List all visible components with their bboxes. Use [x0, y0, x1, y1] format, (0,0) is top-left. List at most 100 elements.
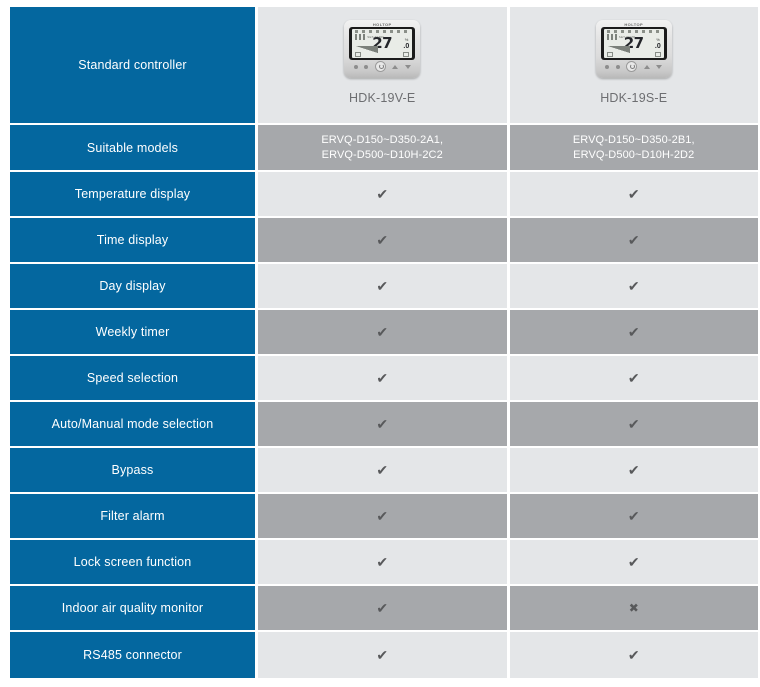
lcd-status-icons-1: [355, 34, 368, 40]
table-row: Auto/Manual mode selection ✔ ✔: [10, 402, 758, 448]
check-icon: ✔: [376, 508, 389, 524]
controller-buttons-1: [350, 61, 414, 72]
row-label-text: Day display: [99, 279, 166, 293]
header-cell-column-1: HOLTOP SET TEMP 27 % .0 HDK-19V-E: [255, 7, 507, 123]
feature-cell-column-1: ✔: [255, 494, 507, 538]
down-button-icon-2[interactable]: [656, 64, 663, 69]
row-label-indoor-air-quality-monitor: Indoor air quality monitor: [10, 586, 255, 630]
check-icon: ✔: [376, 600, 389, 616]
row-label-text: Speed selection: [86, 371, 179, 385]
up-button-icon-2[interactable]: [643, 64, 650, 69]
row-label-temperature-display: Temperature display: [10, 172, 255, 216]
controller-image-2: HOLTOP SET TEMP 27 % .0: [595, 20, 672, 78]
table-row: Lock screen function ✔ ✔: [10, 540, 758, 586]
lcd-decimal-2: .0: [654, 43, 661, 50]
row-label-day-display: Day display: [10, 264, 255, 308]
check-icon: ✔: [376, 232, 389, 248]
row-label-text: Temperature display: [74, 187, 191, 201]
fan-button-icon-1[interactable]: [353, 64, 358, 69]
check-icon: ✔: [627, 278, 640, 294]
lcd-right-box-icon-2: [654, 52, 661, 57]
check-icon: ✔: [627, 554, 640, 570]
models-cell-column-1: ERVQ-D150~D350-2A1, ERVQ-D500~D10H-2C2: [255, 125, 507, 170]
check-icon: ✔: [376, 416, 389, 432]
check-icon: ✔: [627, 462, 640, 478]
row-label-speed-selection: Speed selection: [10, 356, 255, 400]
feature-cell-column-2: ✔: [506, 172, 758, 216]
row-label-text: Bypass: [111, 463, 154, 477]
check-icon: ✔: [627, 186, 640, 202]
lcd-status-icons-2: [606, 34, 619, 40]
cross-icon: ✖: [628, 601, 639, 615]
feature-rows-container: Temperature display ✔ ✔ Time display ✔ ✔ Day d…: [10, 172, 758, 678]
check-icon: ✔: [376, 186, 389, 202]
row-label-rs485-connector: RS485 connector: [10, 632, 255, 678]
mode-button-icon-1[interactable]: [364, 64, 369, 69]
lcd-left-box-icon-1: [355, 52, 362, 57]
lcd-weekday-bar-icon-2: [606, 30, 661, 33]
check-icon: ✔: [376, 647, 389, 663]
lcd-unit-1: %: [404, 37, 409, 42]
feature-cell-column-2: ✔: [506, 632, 758, 678]
lcd-right-box-icon-1: [403, 52, 410, 57]
row-label-text: Time display: [96, 233, 169, 247]
feature-cell-column-1: ✔: [255, 356, 507, 400]
power-button-icon-2[interactable]: [626, 61, 638, 72]
feature-cell-column-1: ✔: [255, 448, 507, 492]
row-label-text: Lock screen function: [73, 555, 192, 569]
check-icon: ✔: [376, 278, 389, 294]
feature-cell-column-2: ✔: [506, 494, 758, 538]
check-icon: ✔: [627, 232, 640, 248]
table-row: Time display ✔ ✔: [10, 218, 758, 264]
feature-cell-column-2: ✔: [506, 448, 758, 492]
feature-cell-column-1: ✔: [255, 402, 507, 446]
table-row: Indoor air quality monitor ✔ ✖: [10, 586, 758, 632]
row-label-bypass: Bypass: [10, 448, 255, 492]
feature-cell-column-2: ✔: [506, 356, 758, 400]
controller-lcd-1: SET TEMP 27 % .0: [352, 29, 413, 58]
feature-cell-column-1: ✔: [255, 540, 507, 584]
up-button-icon-1[interactable]: [392, 64, 399, 69]
feature-cell-column-2: ✖: [506, 586, 758, 630]
row-label-suitable-models: Suitable models: [10, 125, 255, 170]
table-row: RS485 connector ✔ ✔: [10, 632, 758, 678]
power-button-icon-1[interactable]: [374, 61, 386, 72]
table-row: Bypass ✔ ✔: [10, 448, 758, 494]
fan-button-icon-2[interactable]: [605, 64, 610, 69]
feature-cell-column-2: ✔: [506, 540, 758, 584]
models-cell-column-2: ERVQ-D150~D350-2B1, ERVQ-D500~D10H-2D2: [506, 125, 758, 170]
feature-cell-column-1: ✔: [255, 632, 507, 678]
row-label-standard-controller: Standard controller: [10, 7, 255, 123]
table-row-suitable-models: Suitable models ERVQ-D150~D350-2A1, ERVQ-…: [10, 125, 758, 172]
lcd-weekday-bar-icon-1: [355, 30, 410, 33]
feature-cell-column-2: ✔: [506, 218, 758, 262]
check-icon: ✔: [376, 370, 389, 386]
table-row: Temperature display ✔ ✔: [10, 172, 758, 218]
down-button-icon-1[interactable]: [404, 64, 411, 69]
feature-cell-column-2: ✔: [506, 402, 758, 446]
check-icon: ✔: [627, 416, 640, 432]
lcd-decimal-1: .0: [403, 43, 410, 50]
mode-button-icon-2[interactable]: [615, 64, 620, 69]
row-label-weekly-timer: Weekly timer: [10, 310, 255, 354]
row-label-auto-manual-mode-selection: Auto/Manual mode selection: [10, 402, 255, 446]
controller-image-1: HOLTOP SET TEMP 27 % .0: [344, 20, 421, 78]
feature-cell-column-2: ✔: [506, 310, 758, 354]
table-header-row: Standard controller HOLTOP SET TEMP 27 %…: [10, 7, 758, 125]
table-row: Speed selection ✔ ✔: [10, 356, 758, 402]
feature-cell-column-1: ✔: [255, 310, 507, 354]
row-label-text: Weekly timer: [95, 325, 170, 339]
feature-cell-column-2: ✔: [506, 264, 758, 308]
row-label-text: Indoor air quality monitor: [61, 601, 204, 615]
check-icon: ✔: [627, 370, 640, 386]
lcd-left-box-icon-2: [606, 52, 613, 57]
controller-buttons-2: [602, 61, 666, 72]
lcd-unit-2: %: [656, 37, 660, 42]
feature-cell-column-1: ✔: [255, 586, 507, 630]
check-icon: ✔: [376, 554, 389, 570]
row-label-text: Filter alarm: [100, 509, 165, 523]
row-label-filter-alarm: Filter alarm: [10, 494, 255, 538]
row-label-time-display: Time display: [10, 218, 255, 262]
row-label-text: Auto/Manual mode selection: [51, 417, 214, 431]
table-row: Filter alarm ✔ ✔: [10, 494, 758, 540]
